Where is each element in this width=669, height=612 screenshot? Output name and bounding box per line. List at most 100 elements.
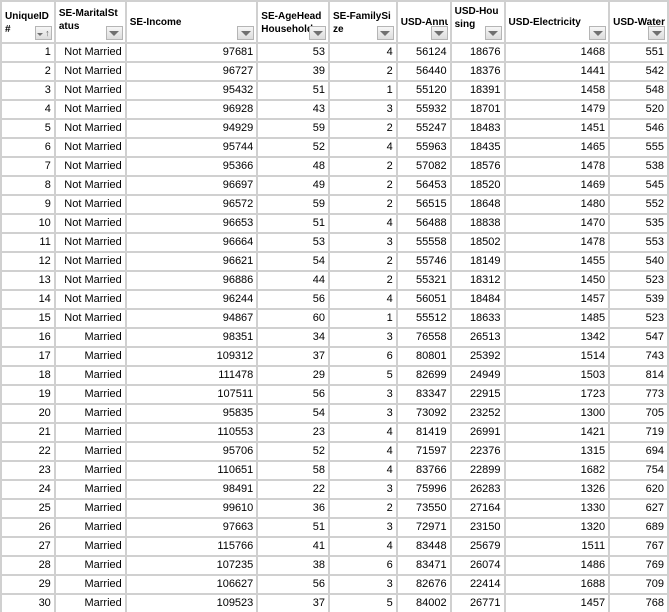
cell-usd-electricity[interactable]: 1300 bbox=[503, 403, 611, 424]
cell-usd-water[interactable]: 538 bbox=[608, 156, 669, 177]
cell-usd-housing[interactable]: 26513 bbox=[449, 327, 506, 348]
cell-age-head-household[interactable]: 41 bbox=[256, 536, 331, 557]
cell-usd-electricity[interactable]: 1441 bbox=[503, 61, 611, 82]
cell-usd-housing[interactable]: 18648 bbox=[449, 194, 506, 215]
cell-income[interactable]: 98351 bbox=[124, 327, 259, 348]
cell-family-size[interactable]: 5 bbox=[328, 365, 398, 386]
filter-button[interactable] bbox=[484, 26, 502, 40]
cell-income[interactable]: 96928 bbox=[124, 99, 259, 120]
cell-usd-housing[interactable]: 23150 bbox=[449, 517, 506, 538]
cell-family-size[interactable]: 3 bbox=[328, 403, 398, 424]
column-header-unique-id[interactable]: UniqueID# ↑ bbox=[0, 0, 56, 44]
cell-usd-annual[interactable]: 55558 bbox=[395, 232, 452, 253]
cell-unique-id[interactable]: 25 bbox=[0, 498, 56, 519]
column-header-income[interactable]: SE-Income bbox=[124, 0, 259, 44]
cell-unique-id[interactable]: 2 bbox=[0, 61, 56, 82]
cell-usd-water[interactable]: 520 bbox=[608, 99, 669, 120]
cell-unique-id[interactable]: 12 bbox=[0, 251, 56, 272]
cell-family-size[interactable]: 6 bbox=[328, 346, 398, 367]
cell-marital-status[interactable]: Married bbox=[53, 498, 127, 519]
cell-usd-water[interactable]: 546 bbox=[608, 118, 669, 139]
cell-usd-electricity[interactable]: 1450 bbox=[503, 270, 611, 291]
cell-usd-electricity[interactable]: 1486 bbox=[503, 555, 611, 576]
cell-family-size[interactable]: 2 bbox=[328, 270, 398, 291]
filter-button[interactable] bbox=[105, 26, 123, 40]
cell-family-size[interactable]: 4 bbox=[328, 441, 398, 462]
cell-usd-water[interactable]: 545 bbox=[608, 175, 669, 196]
cell-marital-status[interactable]: Not Married bbox=[53, 175, 127, 196]
cell-marital-status[interactable]: Not Married bbox=[53, 42, 127, 63]
cell-age-head-household[interactable]: 37 bbox=[256, 346, 331, 367]
cell-usd-electricity[interactable]: 1465 bbox=[503, 137, 611, 158]
cell-unique-id[interactable]: 17 bbox=[0, 346, 56, 367]
cell-family-size[interactable]: 3 bbox=[328, 384, 398, 405]
cell-usd-water[interactable]: 689 bbox=[608, 517, 669, 538]
cell-family-size[interactable]: 2 bbox=[328, 251, 398, 272]
cell-unique-id[interactable]: 26 bbox=[0, 517, 56, 538]
cell-age-head-household[interactable]: 29 bbox=[256, 365, 331, 386]
cell-usd-housing[interactable]: 18483 bbox=[449, 118, 506, 139]
column-header-age-head-household[interactable]: SE-​AgeHeadHousehold bbox=[256, 0, 331, 44]
cell-marital-status[interactable]: Married bbox=[53, 517, 127, 538]
cell-usd-housing[interactable]: 18633 bbox=[449, 308, 506, 329]
cell-family-size[interactable]: 3 bbox=[328, 99, 398, 120]
cell-unique-id[interactable]: 23 bbox=[0, 460, 56, 481]
cell-usd-annual[interactable]: 55321 bbox=[395, 270, 452, 291]
cell-usd-housing[interactable]: 26074 bbox=[449, 555, 506, 576]
cell-unique-id[interactable]: 9 bbox=[0, 194, 56, 215]
cell-income[interactable]: 106627 bbox=[124, 574, 259, 595]
cell-income[interactable]: 96727 bbox=[124, 61, 259, 82]
cell-usd-annual[interactable]: 56124 bbox=[395, 42, 452, 63]
cell-usd-housing[interactable]: 26283 bbox=[449, 479, 506, 500]
cell-age-head-household[interactable]: 60 bbox=[256, 308, 331, 329]
cell-usd-electricity[interactable]: 1511 bbox=[503, 536, 611, 557]
cell-income[interactable]: 97663 bbox=[124, 517, 259, 538]
cell-unique-id[interactable]: 22 bbox=[0, 441, 56, 462]
cell-marital-status[interactable]: Not Married bbox=[53, 80, 127, 101]
cell-usd-water[interactable]: 754 bbox=[608, 460, 669, 481]
cell-usd-electricity[interactable]: 1451 bbox=[503, 118, 611, 139]
cell-usd-water[interactable]: 553 bbox=[608, 232, 669, 253]
cell-age-head-household[interactable]: 51 bbox=[256, 80, 331, 101]
cell-usd-annual[interactable]: 55963 bbox=[395, 137, 452, 158]
cell-unique-id[interactable]: 11 bbox=[0, 232, 56, 253]
cell-usd-electricity[interactable]: 1458 bbox=[503, 80, 611, 101]
cell-unique-id[interactable]: 6 bbox=[0, 137, 56, 158]
cell-family-size[interactable]: 4 bbox=[328, 42, 398, 63]
cell-usd-electricity[interactable]: 1469 bbox=[503, 175, 611, 196]
cell-family-size[interactable]: 1 bbox=[328, 308, 398, 329]
cell-usd-electricity[interactable]: 1682 bbox=[503, 460, 611, 481]
cell-usd-water[interactable]: 768 bbox=[608, 593, 669, 612]
cell-family-size[interactable]: 5 bbox=[328, 593, 398, 612]
cell-family-size[interactable]: 2 bbox=[328, 175, 398, 196]
cell-income[interactable]: 96697 bbox=[124, 175, 259, 196]
cell-marital-status[interactable]: Not Married bbox=[53, 270, 127, 291]
cell-unique-id[interactable]: 4 bbox=[0, 99, 56, 120]
cell-usd-housing[interactable]: 25679 bbox=[449, 536, 506, 557]
cell-age-head-household[interactable]: 51 bbox=[256, 213, 331, 234]
cell-income[interactable]: 107235 bbox=[124, 555, 259, 576]
cell-unique-id[interactable]: 27 bbox=[0, 536, 56, 557]
cell-usd-housing[interactable]: 26991 bbox=[449, 422, 506, 443]
cell-family-size[interactable]: 3 bbox=[328, 327, 398, 348]
cell-usd-annual[interactable]: 55932 bbox=[395, 99, 452, 120]
cell-usd-electricity[interactable]: 1479 bbox=[503, 99, 611, 120]
cell-family-size[interactable]: 2 bbox=[328, 156, 398, 177]
cell-usd-annual[interactable]: 56440 bbox=[395, 61, 452, 82]
cell-usd-water[interactable]: 773 bbox=[608, 384, 669, 405]
cell-income[interactable]: 96653 bbox=[124, 213, 259, 234]
cell-age-head-household[interactable]: 22 bbox=[256, 479, 331, 500]
cell-usd-annual[interactable]: 83347 bbox=[395, 384, 452, 405]
cell-age-head-household[interactable]: 52 bbox=[256, 441, 331, 462]
cell-usd-water[interactable]: 548 bbox=[608, 80, 669, 101]
cell-age-head-household[interactable]: 36 bbox=[256, 498, 331, 519]
cell-usd-housing[interactable]: 18502 bbox=[449, 232, 506, 253]
cell-marital-status[interactable]: Married bbox=[53, 422, 127, 443]
cell-usd-annual[interactable]: 57082 bbox=[395, 156, 452, 177]
cell-usd-housing[interactable]: 22899 bbox=[449, 460, 506, 481]
cell-family-size[interactable]: 4 bbox=[328, 137, 398, 158]
cell-usd-annual[interactable]: 55247 bbox=[395, 118, 452, 139]
cell-age-head-household[interactable]: 23 bbox=[256, 422, 331, 443]
cell-usd-water[interactable]: 552 bbox=[608, 194, 669, 215]
cell-marital-status[interactable]: Not Married bbox=[53, 156, 127, 177]
